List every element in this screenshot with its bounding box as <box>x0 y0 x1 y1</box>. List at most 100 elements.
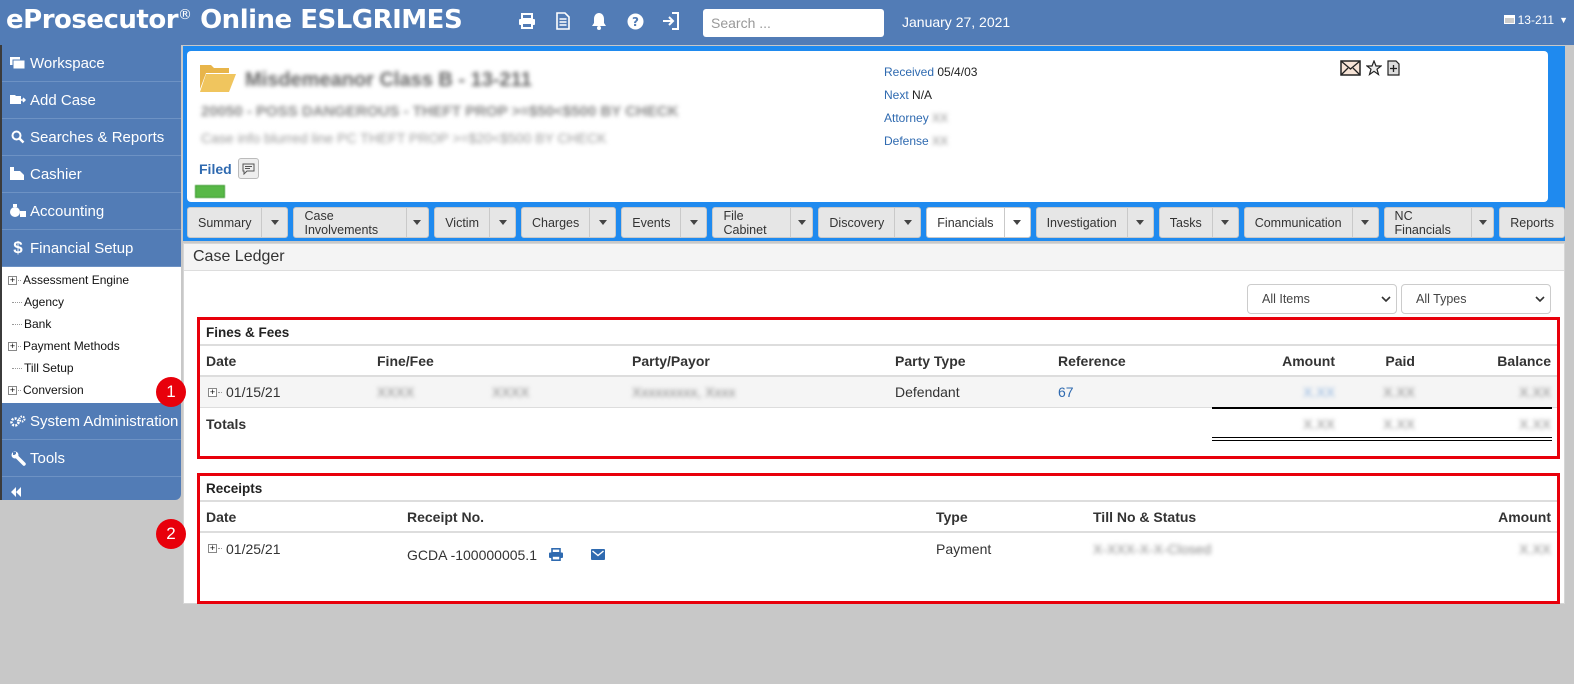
tab-dropdown-caret-icon[interactable] <box>405 208 428 237</box>
case-menu[interactable]: 13-211 ▼ <box>1503 13 1568 27</box>
tree-item-bank[interactable]: Bank <box>8 313 181 335</box>
types-filter-select[interactable]: All Types <box>1401 284 1551 314</box>
tab-discovery[interactable]: Discovery <box>818 207 922 238</box>
tab-reports[interactable]: Reports <box>1499 207 1566 238</box>
sidebar-item-workspace[interactable]: Workspace <box>2 45 181 82</box>
expand-icon[interactable]: + <box>8 385 17 395</box>
tab-dropdown-caret-icon[interactable] <box>790 208 812 237</box>
tab-label[interactable]: Victim <box>435 208 489 237</box>
tab-investigation[interactable]: Investigation <box>1035 207 1154 238</box>
info-attorney: Attorney XX <box>884 111 949 125</box>
tab-dropdown-caret-icon[interactable] <box>1470 208 1493 237</box>
column-header-till-status[interactable]: Till No & Status <box>1093 502 1196 531</box>
tab-label[interactable]: Discovery <box>819 208 894 237</box>
help-icon[interactable]: ? <box>626 10 644 32</box>
column-header-party-type[interactable]: Party Type <box>895 346 966 375</box>
print-receipt-icon[interactable] <box>548 548 563 561</box>
tab-label[interactable]: File Cabinet <box>713 208 790 237</box>
tab-dropdown-caret-icon[interactable] <box>489 208 515 237</box>
wrench-icon <box>8 451 28 466</box>
column-header-date[interactable]: Date <box>206 346 236 375</box>
receipts-title: Receipts <box>200 476 1557 502</box>
column-header-reference[interactable]: Reference <box>1058 346 1126 375</box>
tab-dropdown-caret-icon[interactable] <box>1211 208 1238 237</box>
tab-victim[interactable]: Victim <box>434 207 516 238</box>
column-header-balance[interactable]: Balance <box>1497 346 1551 375</box>
workspace-icon <box>8 56 28 70</box>
annotation-marker-2: 2 <box>156 519 186 549</box>
tree-item-payment-methods[interactable]: + Payment Methods <box>8 335 181 357</box>
expand-row-icon[interactable]: + <box>208 544 217 553</box>
tab-financials[interactable]: Financials <box>926 207 1031 238</box>
search-input[interactable] <box>703 9 884 37</box>
tree-item-assessment-engine[interactable]: + Assessment Engine <box>8 269 181 291</box>
print-icon[interactable] <box>518 10 536 32</box>
collapse-sidebar-button[interactable] <box>2 477 181 509</box>
tab-label[interactable]: NC Financials <box>1385 208 1471 237</box>
tab-charges[interactable]: Charges <box>521 207 617 238</box>
tab-label[interactable]: Financials <box>927 208 1003 237</box>
row-amount: X.XX <box>1303 384 1335 400</box>
document-icon[interactable] <box>554 10 572 32</box>
tab-dropdown-caret-icon[interactable] <box>261 208 287 237</box>
case-card: Misdemeanor Class B - 13-211 20050 - POS… <box>187 51 1548 202</box>
dollar-icon: $ <box>13 238 23 257</box>
sidebar-item-accounting[interactable]: Accounting <box>2 193 181 230</box>
column-header-party-payor[interactable]: Party/Payor <box>632 346 710 375</box>
column-header-type[interactable]: Type <box>936 502 968 531</box>
tab-dropdown-caret-icon[interactable] <box>680 208 706 237</box>
expand-icon[interactable]: + <box>8 341 17 351</box>
bell-icon[interactable] <box>590 10 608 32</box>
column-header-date[interactable]: Date <box>206 502 236 531</box>
tab-dropdown-caret-icon[interactable] <box>1003 208 1030 237</box>
tab-communication[interactable]: Communication <box>1243 207 1379 238</box>
items-filter-select[interactable]: All Items <box>1247 284 1397 314</box>
sidebar-item-financial-setup[interactable]: $ Financial Setup <box>2 230 181 267</box>
tree-item-till-setup[interactable]: Till Setup <box>8 357 181 379</box>
case-title: Misdemeanor Class B - 13-211 <box>245 69 532 91</box>
expand-icon[interactable]: + <box>8 275 17 285</box>
expand-row-icon[interactable]: + <box>208 387 217 397</box>
tab-label[interactable]: Charges <box>522 208 589 237</box>
notes-button[interactable] <box>237 158 259 179</box>
tab-dropdown-caret-icon[interactable] <box>894 208 920 237</box>
tab-label[interactable]: Case Involvements <box>294 208 405 237</box>
row-receipt-no: GCDA -100000005.1 <box>407 546 537 563</box>
tab-dropdown-caret-icon[interactable] <box>1351 208 1378 237</box>
tab-events[interactable]: Events <box>621 207 708 238</box>
sidebar-item-add-case[interactable]: Add Case <box>2 82 181 119</box>
row-fine-desc: XXXX <box>492 384 530 400</box>
email-receipt-icon[interactable] <box>590 549 605 560</box>
row-reference-link[interactable]: 67 <box>1058 377 1074 407</box>
double-chevron-left-icon <box>10 486 22 500</box>
column-header-receipt-no[interactable]: Receipt No. <box>407 502 484 531</box>
tab-label[interactable]: Communication <box>1245 208 1352 237</box>
sidebar-item-tools[interactable]: Tools <box>2 440 181 477</box>
tab-nc-financials[interactable]: NC Financials <box>1383 207 1495 238</box>
star-icon[interactable] <box>1366 60 1382 76</box>
column-header-amount[interactable]: Amount <box>1282 346 1335 375</box>
sidebar-item-searches-reports[interactable]: Searches & Reports <box>2 119 181 156</box>
tab-dropdown-caret-icon[interactable] <box>589 208 615 237</box>
tab-file-cabinet[interactable]: File Cabinet <box>712 207 814 238</box>
column-header-fine-fee[interactable]: Fine/Fee <box>377 346 434 375</box>
add-case-icon <box>8 94 28 106</box>
tab-summary[interactable]: Summary <box>187 207 289 238</box>
tab-label[interactable]: Tasks <box>1160 208 1212 237</box>
tab-label[interactable]: Summary <box>188 208 261 237</box>
tree-item-agency[interactable]: Agency <box>8 291 181 313</box>
tab-case-involvements[interactable]: Case Involvements <box>293 207 430 238</box>
logout-icon[interactable] <box>662 10 680 32</box>
add-document-icon[interactable] <box>1387 60 1400 76</box>
envelope-icon[interactable] <box>1340 60 1361 76</box>
tab-label[interactable]: Reports <box>1500 208 1564 237</box>
row-party-type: Defendant <box>895 384 960 400</box>
tab-tasks[interactable]: Tasks <box>1158 207 1239 238</box>
sidebar-item-system-administration[interactable]: System Administration <box>2 403 181 440</box>
tab-label[interactable]: Events <box>622 208 680 237</box>
tab-dropdown-caret-icon[interactable] <box>1126 208 1153 237</box>
tab-label[interactable]: Investigation <box>1037 208 1127 237</box>
column-header-amount[interactable]: Amount <box>1498 502 1551 531</box>
sidebar-item-cashier[interactable]: Cashier <box>2 156 181 193</box>
column-header-paid[interactable]: Paid <box>1385 346 1415 375</box>
